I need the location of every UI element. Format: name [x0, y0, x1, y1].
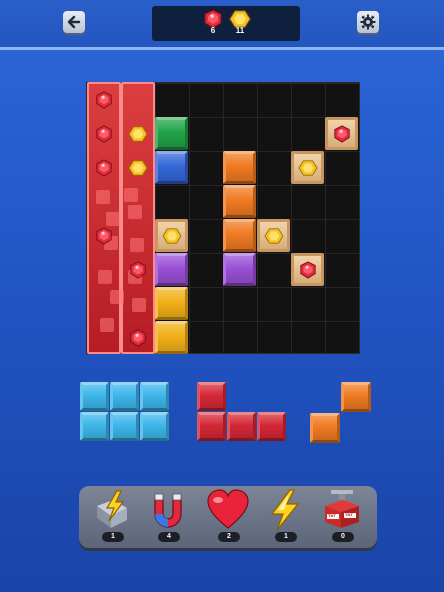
piece-cell [227, 412, 256, 441]
ruby-gem [94, 227, 114, 250]
settings-button[interactable] [357, 11, 379, 33]
ruby-gem-icon [96, 91, 112, 109]
gold-hex-icon [128, 160, 148, 176]
gold-hex-icon [263, 227, 284, 244]
clear-particle [132, 298, 146, 312]
orange-block [223, 219, 256, 252]
clear-particle [130, 238, 144, 252]
tnt-label-right: TNT [345, 512, 353, 517]
powerup-block-breaker[interactable]: 1 [87, 488, 137, 542]
clear-particle [100, 318, 114, 332]
ruby-gem-icon [333, 124, 350, 143]
ruby-gem-icon [96, 125, 112, 143]
blue-block [155, 151, 188, 184]
ruby-gem [94, 159, 114, 182]
magnet-icon [154, 493, 182, 528]
powerup-lightning[interactable]: 1 [260, 488, 310, 542]
top-bar: 6 11 [0, 0, 444, 50]
crate-ruby [291, 253, 324, 286]
piece-cell [140, 382, 169, 411]
powerup-magnet[interactable]: 4 [143, 488, 193, 542]
piece-cell [197, 382, 226, 411]
back-button[interactable] [63, 11, 85, 33]
piece-cell [140, 412, 169, 441]
gold-gem [128, 159, 148, 182]
powerup-tnt[interactable]: TNT TNT 0 [317, 488, 367, 542]
piece-cell [310, 413, 340, 443]
piece-cell [80, 412, 109, 441]
tnt-label-left: TNT [328, 513, 336, 518]
clear-particle [98, 270, 112, 284]
orange-block [223, 151, 256, 184]
powerup-heart[interactable]: 2 [203, 488, 253, 542]
powerup-count: 0 [332, 532, 354, 542]
crate-gold [291, 151, 324, 184]
hammer-bolt-icon [97, 490, 127, 528]
orange-block [223, 185, 256, 218]
arrow-left-icon [67, 15, 81, 29]
ruby-gem-icon [130, 261, 146, 279]
ruby-count: 6 [210, 26, 216, 35]
ruby-gem-icon [299, 260, 316, 279]
ruby-gem-icon [130, 329, 146, 347]
gold-hex-icon [128, 126, 148, 142]
tnt-icon [325, 490, 359, 528]
powerup-count: 4 [158, 532, 180, 542]
clear-particle [128, 205, 142, 219]
piece-cell [341, 382, 371, 412]
heart-icon [207, 489, 249, 529]
lightning-icon [270, 489, 300, 531]
clear-particle [110, 290, 124, 304]
powerup-bar: 1 4 2 1 TNT TNT 0 [79, 486, 377, 548]
piece-cell [110, 412, 139, 441]
gold-gem [128, 125, 148, 148]
crate-ruby [325, 117, 358, 150]
piece-cell [257, 412, 286, 441]
ruby-gem-icon [96, 227, 112, 245]
clear-particle [106, 212, 120, 226]
gold-hex-icon [297, 159, 318, 176]
purple-block [155, 253, 188, 286]
clear-particle [124, 188, 138, 202]
clear-particle [96, 190, 110, 204]
piece-cell [80, 382, 109, 411]
piece-cell [197, 412, 226, 441]
yellow-block [155, 321, 188, 354]
powerup-count: 2 [218, 532, 240, 542]
gold-hex-icon [161, 227, 182, 244]
gold-count: 11 [235, 26, 245, 35]
green-block [155, 117, 188, 150]
crate-gold [155, 219, 188, 252]
gear-icon [360, 14, 376, 30]
purple-block [223, 253, 256, 286]
powerup-count: 1 [102, 532, 124, 542]
ruby-gem-icon [96, 159, 112, 177]
yellow-block [155, 287, 188, 320]
ruby-gem [94, 91, 114, 114]
ruby-gem [128, 329, 148, 352]
ruby-gem [128, 261, 148, 284]
collectible-counter: 6 11 [152, 6, 300, 41]
piece-cell [110, 382, 139, 411]
ruby-gem [94, 125, 114, 148]
crate-gold [257, 219, 290, 252]
powerup-count: 1 [275, 532, 297, 542]
